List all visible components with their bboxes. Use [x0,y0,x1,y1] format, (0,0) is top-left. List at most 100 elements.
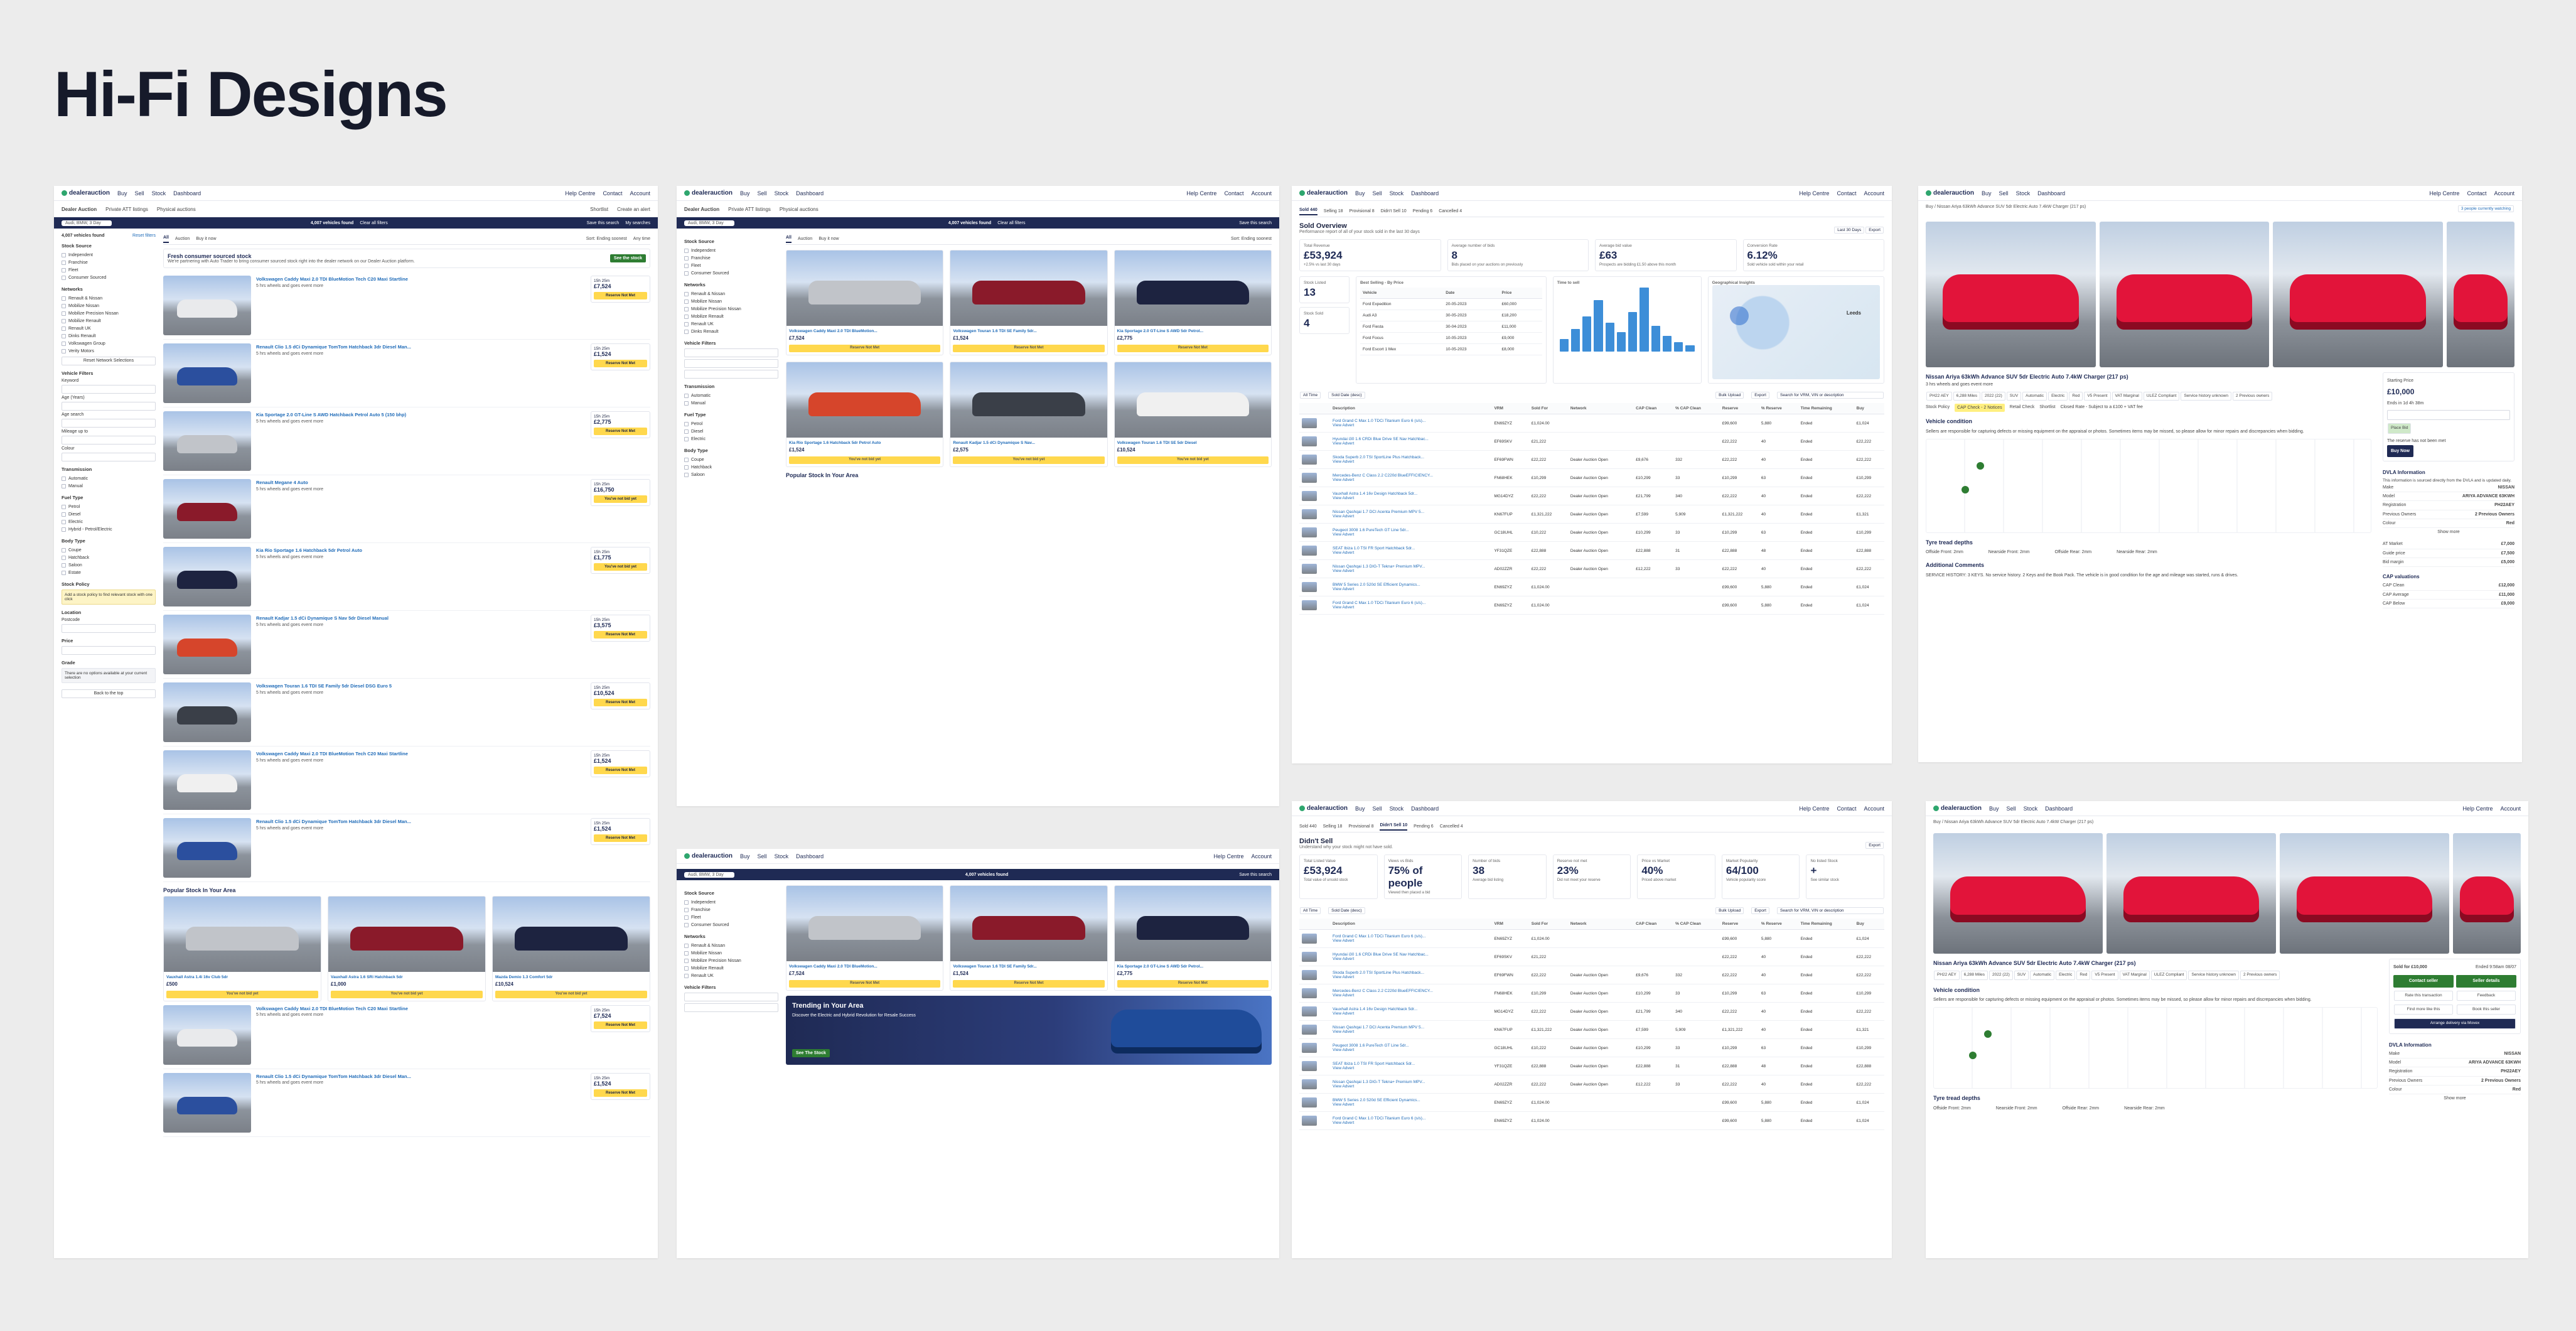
table-row[interactable]: Renault Clio 1.5 dCi Dynamique TomTom Ha… [163,1069,650,1137]
search-input[interactable]: Audi, BMW, 3 Day [684,220,734,226]
reserve-button[interactable]: You've not bid yet [495,990,647,998]
card-title[interactable]: Volkswagen Touran 1.6 TDI SE Family 5dr.… [953,964,1104,970]
table-cell[interactable]: Nissan Qashqai 1.3 DIG-T Tekna+ Premium … [1330,1075,1492,1094]
column-header[interactable]: CAP Clean [1633,403,1673,414]
reserve-button[interactable]: You've not bid yet [594,495,647,503]
nav-sell[interactable]: Sell [1373,806,1382,812]
age-input[interactable] [62,402,156,411]
logo[interactable]: dealerauction [1926,190,1974,197]
table-cell[interactable]: Skoda Superb 2.0 TSI SportLine Plus Hatc… [1330,966,1492,984]
vehicle-photo[interactable] [163,343,251,403]
filter-petrol[interactable]: Petrol [684,420,778,428]
table-cell[interactable]: Ford Grand C Max 1.0 TDCi Titanium Euro … [1330,414,1492,433]
vehicle-photo[interactable] [1114,886,1271,961]
table-cell[interactable]: Ford Grand C Max 1.0 TDCi Titanium Euro … [1330,596,1492,615]
row-description[interactable]: Mercedes-Benz C Class 2.2 C220d BlueEFFI… [1333,989,1489,993]
export-table-button[interactable]: Export [1751,907,1769,914]
reserve-button[interactable]: Reserve Not Met [594,767,647,774]
tab-buy-now[interactable]: Buy it now [818,237,839,241]
nav-account[interactable]: Account [1251,190,1272,197]
reserve-button[interactable]: Reserve Not Met [1117,344,1269,352]
filter-independent[interactable]: Independent [684,247,778,254]
row-description[interactable]: SEAT Ibiza 1.0 TSI FR Sport Hatchback 5d… [1333,546,1489,551]
nav-dashboard[interactable]: Dashboard [796,853,824,859]
view-advert-link[interactable]: View Advert [1333,441,1489,446]
table-cell[interactable]: Peugeot 3008 1.6 PureTech GT Line 5dr...… [1330,1038,1492,1057]
reserve-button[interactable]: Reserve Not Met [594,1089,647,1097]
row-description[interactable]: Ford Grand C Max 1.0 TDCi Titanium Euro … [1333,419,1489,423]
vehicle-thumbnail[interactable] [1302,1043,1317,1053]
seller-action-button[interactable]: Find more like this [2394,1004,2453,1015]
filter-network[interactable]: Renault & Nissan [62,294,156,302]
vehicle-photo[interactable] [1114,251,1271,326]
card-title[interactable]: Volkswagen Caddy Maxi 2.0 TDI BlueMotion… [789,964,940,970]
reserve-button[interactable]: Reserve Not Met [594,292,647,299]
tab-all[interactable]: All [786,235,792,243]
vehicle-thumbnail[interactable] [1302,952,1317,962]
nav-dashboard[interactable]: Dashboard [1411,806,1439,812]
vehicle-photo[interactable] [163,479,251,539]
subtab-private[interactable]: Private ATT listings [728,207,771,212]
table-row[interactable]: Peugeot 3008 1.6 PureTech GT Line 5dr...… [1299,1038,1884,1057]
vehicle-photo[interactable] [163,615,251,674]
buy-now-button[interactable]: Buy Now [2387,445,2413,458]
tab-auction[interactable]: Auction [798,237,812,241]
place-bid-button[interactable]: Place Bid [2388,423,2412,434]
policy-link[interactable]: Stock Policy [1926,404,1950,412]
card-title[interactable]: Volkswagen Touran 1.6 TDI SE 5dr Diesel [1117,440,1269,446]
nav-sell[interactable]: Sell [1373,190,1382,197]
filter-electric[interactable]: Electric [62,518,156,525]
reserve-button[interactable]: Reserve Not Met [594,428,647,435]
nav-buy[interactable]: Buy [1355,190,1365,197]
filter-network[interactable]: Volkswagen Group [62,340,156,347]
card-title[interactable]: Kia Sportage 2.0 GT-Line S AWD 5dr Petro… [1117,328,1269,335]
vrm-search-input[interactable]: Search for VRM, VIN or description [1777,907,1884,914]
nav-buy[interactable]: Buy [1989,806,1999,812]
view-advert-link[interactable]: View Advert [1333,551,1489,555]
table-row[interactable]: Skoda Superb 2.0 TSI SportLine Plus Hatc… [1299,450,1884,469]
tab-all[interactable]: All [163,235,169,243]
age-search-input[interactable] [62,419,156,428]
nav-contact[interactable]: Contact [2467,190,2486,197]
row-description[interactable]: Hyundai i30 1.6 CRDi Blue Drive SE Nav H… [1333,952,1489,957]
nav-contact[interactable]: Contact [1224,190,1243,197]
vehicle-thumbnail[interactable] [1302,546,1317,556]
table-row[interactable]: Skoda Superb 2.0 TSI SportLine Plus Hatc… [1299,966,1884,984]
nav-buy[interactable]: Buy [740,190,750,197]
listing-title[interactable]: Renault Clio 1.5 dCi Dynamique TomTom Ha… [256,818,586,826]
vehicle-card[interactable]: Volkswagen Caddy Maxi 2.0 TDI BlueMotion… [786,885,944,991]
logo[interactable]: dealerauction [684,190,733,197]
table-cell[interactable]: Ford Grand C Max 1.0 TDCi Titanium Euro … [1330,929,1492,948]
nav-account[interactable]: Account [2500,806,2521,812]
vehicle-thumbnail[interactable] [1302,564,1317,574]
vehicle-photo[interactable] [163,547,251,606]
view-advert-link[interactable]: View Advert [1333,1066,1489,1070]
filter-estate[interactable]: Estate [62,569,156,576]
filter-consumer[interactable]: Consumer Sourced [62,274,156,281]
filter-independent[interactable]: Independent [684,898,778,906]
listing-title[interactable]: Renault Clio 1.5 dCi Dynamique TomTom Ha… [256,343,586,351]
table-cell[interactable]: SEAT Ibiza 1.0 TSI FR Sport Hatchback 5d… [1330,541,1492,560]
table-cell[interactable]: Hyundai i30 1.6 CRDi Blue Drive SE Nav H… [1330,432,1492,451]
filter-network[interactable]: Mobilize Renault [62,317,156,325]
nav-dashboard[interactable]: Dashboard [2037,190,2065,197]
filter-franchise[interactable]: Franchise [684,254,778,262]
table-cell[interactable]: Skoda Superb 2.0 TSI SportLine Plus Hatc… [1330,450,1492,469]
listing-title[interactable]: Kia Rio Sportage 1.6 Hatchback 5dr Petro… [256,547,586,554]
bulk-upload-button[interactable]: Bulk Upload [1715,392,1744,399]
table-cell[interactable]: Hyundai i30 1.6 CRDi Blue Drive SE Nav H… [1330,947,1492,966]
card-title[interactable]: Kia Sportage 2.0 GT-Line S AWD 5dr Petro… [1117,964,1269,970]
seller-action-button[interactable]: Contact seller [2393,975,2454,988]
filter-fleet[interactable]: Fleet [684,262,778,269]
nav-contact[interactable]: Contact [1837,806,1856,812]
vehicle-card[interactable]: Renault Kadjar 1.5 dCi Dynamique S Nav..… [950,361,1108,467]
gallery-photo[interactable] [2446,222,2515,367]
view-advert-link[interactable]: View Advert [1333,532,1489,537]
tab-selling[interactable]: Selling 18 [1323,824,1343,829]
row-description[interactable]: Peugeot 3008 1.6 PureTech GT Line 5dr... [1333,1043,1489,1048]
vehicle-photo[interactable] [950,251,1107,326]
reserve-button[interactable]: You've not bid yet [953,456,1105,464]
vehicle-photo[interactable] [786,362,943,438]
table-row[interactable]: Vauxhall Astra 1.4 16v Design Hatchback … [1299,487,1884,505]
filter-coupe[interactable]: Coupe [62,546,156,554]
